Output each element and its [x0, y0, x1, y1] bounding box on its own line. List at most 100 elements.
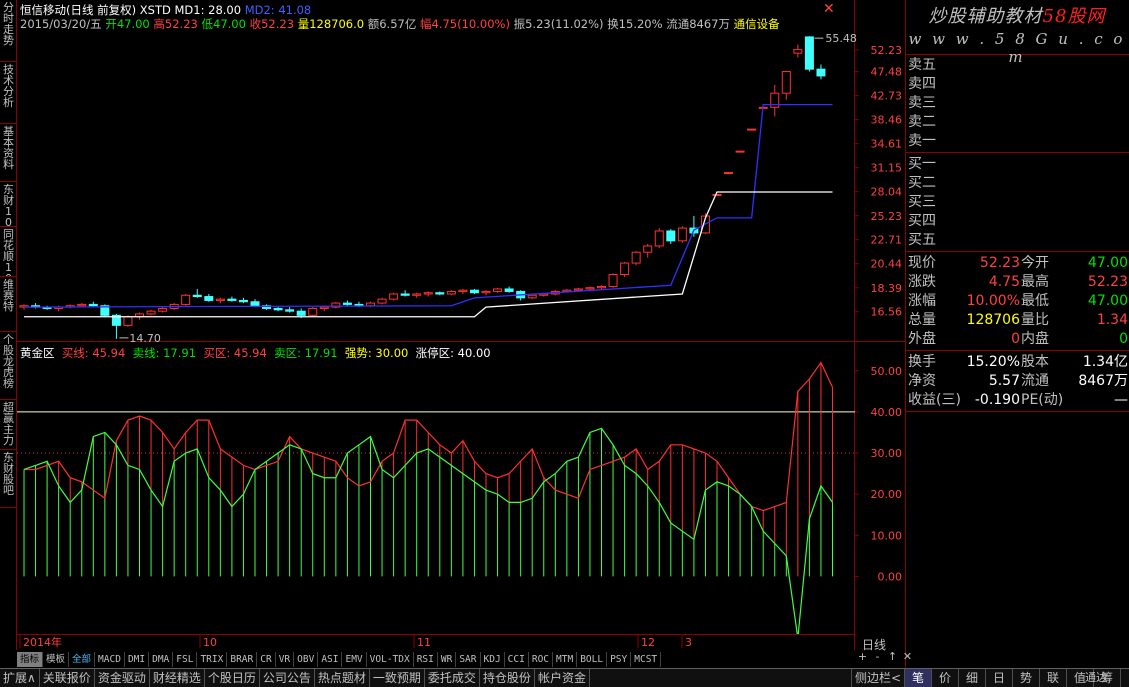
- candle-body[interactable]: [712, 193, 722, 196]
- candle-body[interactable]: [215, 298, 225, 301]
- left-tab-1[interactable]: 分 时 走 势: [0, 0, 17, 62]
- left-tab-4[interactable]: 东 财 1 0: [0, 182, 17, 227]
- candle-body[interactable]: [158, 307, 168, 312]
- indicator-tab-boll[interactable]: BOLL: [577, 652, 608, 667]
- candle-body[interactable]: [88, 303, 98, 307]
- candle-body[interactable]: [666, 230, 676, 242]
- candle-body[interactable]: [446, 290, 456, 295]
- candle-body[interactable]: [204, 296, 214, 301]
- indicator-tab-vr[interactable]: VR: [276, 652, 295, 667]
- candle-body[interactable]: [597, 285, 606, 289]
- indicator-tab-emv[interactable]: EMV: [342, 652, 367, 667]
- candle-body[interactable]: [654, 230, 664, 247]
- candle-body[interactable]: [527, 294, 537, 299]
- left-tab-6[interactable]: 维 赛 特: [0, 277, 17, 332]
- left-tab-2[interactable]: 技 术 分 析: [0, 62, 17, 124]
- bottom-tab-2[interactable]: 关联报价: [40, 669, 95, 687]
- candle-body[interactable]: [643, 245, 653, 253]
- indicator-tab-trix[interactable]: TRIX: [197, 652, 228, 667]
- candle-body[interactable]: [423, 292, 433, 295]
- candle-body[interactable]: [816, 68, 826, 77]
- bottom-tab-5[interactable]: 个股日历: [205, 669, 260, 687]
- indicator-tab-mtm[interactable]: MTM: [553, 652, 578, 667]
- candle-body[interactable]: [481, 290, 491, 294]
- candle-body[interactable]: [377, 298, 387, 304]
- arrow-up-icon[interactable]: ↑: [885, 650, 900, 663]
- candle-body[interactable]: [389, 293, 399, 300]
- left-tab-7[interactable]: 个 股 龙 虎 榜: [0, 332, 17, 400]
- candle-body[interactable]: [585, 287, 595, 290]
- candle-body[interactable]: [608, 273, 618, 287]
- indicator-tab-sar[interactable]: SAR: [456, 652, 481, 667]
- candle-body[interactable]: [285, 309, 295, 312]
- candle-body[interactable]: [435, 292, 445, 295]
- candle-body[interactable]: [238, 299, 248, 303]
- candle-body[interactable]: [227, 298, 237, 301]
- right-tab-2[interactable]: 价: [932, 669, 959, 687]
- indicator-tab-mcst[interactable]: MCST: [631, 652, 662, 667]
- bottom-tab-11[interactable]: 帐户资金: [535, 669, 590, 687]
- close-icon[interactable]: ✕: [900, 650, 915, 663]
- candle-body[interactable]: [319, 306, 329, 309]
- bottom-tab-8[interactable]: 一致预期: [370, 669, 425, 687]
- zoom-out-button[interactable]: -: [870, 650, 885, 663]
- indicator-tab-fsl[interactable]: FSL: [173, 652, 198, 667]
- candle-body[interactable]: [504, 288, 514, 292]
- indicator-tab-psy[interactable]: PSY: [607, 652, 632, 667]
- candle-body[interactable]: [573, 288, 583, 291]
- indicator-tab-obv[interactable]: OBV: [294, 652, 319, 667]
- indicator-tab-全部[interactable]: 全部: [69, 652, 96, 667]
- candle-body[interactable]: [735, 150, 745, 153]
- indicator-tab-rsi[interactable]: RSI: [414, 652, 438, 667]
- candle-body[interactable]: [192, 294, 202, 298]
- indicator-tab-vol-tdx[interactable]: VOL-TDX: [367, 652, 414, 667]
- candle-body[interactable]: [181, 294, 191, 305]
- price-chart[interactable]: 16.56 18.39 20.44 22.71 25.23 28.04 31.15 34.61…: [17, 30, 905, 342]
- indicator-tab-模板[interactable]: 模板: [43, 652, 70, 667]
- candle-body[interactable]: [296, 310, 306, 316]
- indicator-tab-指标[interactable]: 指标: [17, 652, 44, 667]
- candle-body[interactable]: [458, 289, 468, 292]
- close-chart-button[interactable]: ✕: [823, 1, 835, 17]
- candle-body[interactable]: [77, 303, 87, 307]
- candle-body[interactable]: [250, 301, 260, 307]
- candle-body[interactable]: [308, 307, 318, 316]
- candle-body[interactable]: [804, 36, 814, 70]
- candle-body[interactable]: [146, 310, 156, 315]
- candle-body[interactable]: [123, 316, 133, 326]
- bottom-tab-3[interactable]: 资金驱动: [95, 669, 150, 687]
- indicator-tab-brar[interactable]: BRAR: [227, 652, 258, 667]
- candle-body[interactable]: [273, 307, 283, 311]
- left-tab-5[interactable]: 同 花 顺 1 0: [0, 227, 17, 277]
- right-tab-1[interactable]: 笔: [905, 669, 932, 687]
- indicator-tab-cci[interactable]: CCI: [505, 652, 529, 667]
- candle-body[interactable]: [400, 293, 410, 296]
- bottom-tab-10[interactable]: 持仓股份: [480, 669, 535, 687]
- candle-body[interactable]: [469, 289, 479, 294]
- indicator-tab-roc[interactable]: ROC: [529, 652, 554, 667]
- candle-body[interactable]: [747, 128, 757, 131]
- left-tab-3[interactable]: 基 本 资 料: [0, 124, 17, 182]
- candle-body[interactable]: [631, 251, 641, 264]
- candle-body[interactable]: [342, 302, 352, 305]
- left-tab-8[interactable]: 超 赢 主 力: [0, 400, 17, 450]
- bottom-tab-6[interactable]: 公司公告: [260, 669, 315, 687]
- right-tab-4[interactable]: 日: [986, 669, 1013, 687]
- indicator-tab-cr[interactable]: CR: [257, 652, 276, 667]
- candle-body[interactable]: [493, 288, 503, 292]
- sidebar-toggle-button[interactable]: 侧边栏<: [850, 669, 905, 687]
- left-tab-9[interactable]: 东 财 股 吧: [0, 450, 17, 508]
- right-tab-5[interactable]: 势: [1013, 669, 1040, 687]
- candle-body[interactable]: [793, 49, 803, 54]
- candle-body[interactable]: [412, 293, 422, 296]
- indicator-tab-macd[interactable]: MACD: [95, 652, 125, 667]
- zoom-in-button[interactable]: +: [855, 650, 870, 663]
- candle-body[interactable]: [724, 172, 734, 175]
- indicator-tab-asi[interactable]: ASI: [318, 652, 343, 667]
- bottom-tab-4[interactable]: 财经精选: [150, 669, 205, 687]
- indicator-chart[interactable]: 0.00 10.00 20.00 30.00 40.00 50.00: [17, 342, 905, 634]
- indicator-tab-kdj[interactable]: KDJ: [481, 652, 505, 667]
- right-tab-6[interactable]: 联: [1040, 669, 1067, 687]
- bottom-tab-1[interactable]: 扩展∧: [0, 669, 40, 687]
- indicator-tab-dmi[interactable]: DMI: [125, 652, 150, 667]
